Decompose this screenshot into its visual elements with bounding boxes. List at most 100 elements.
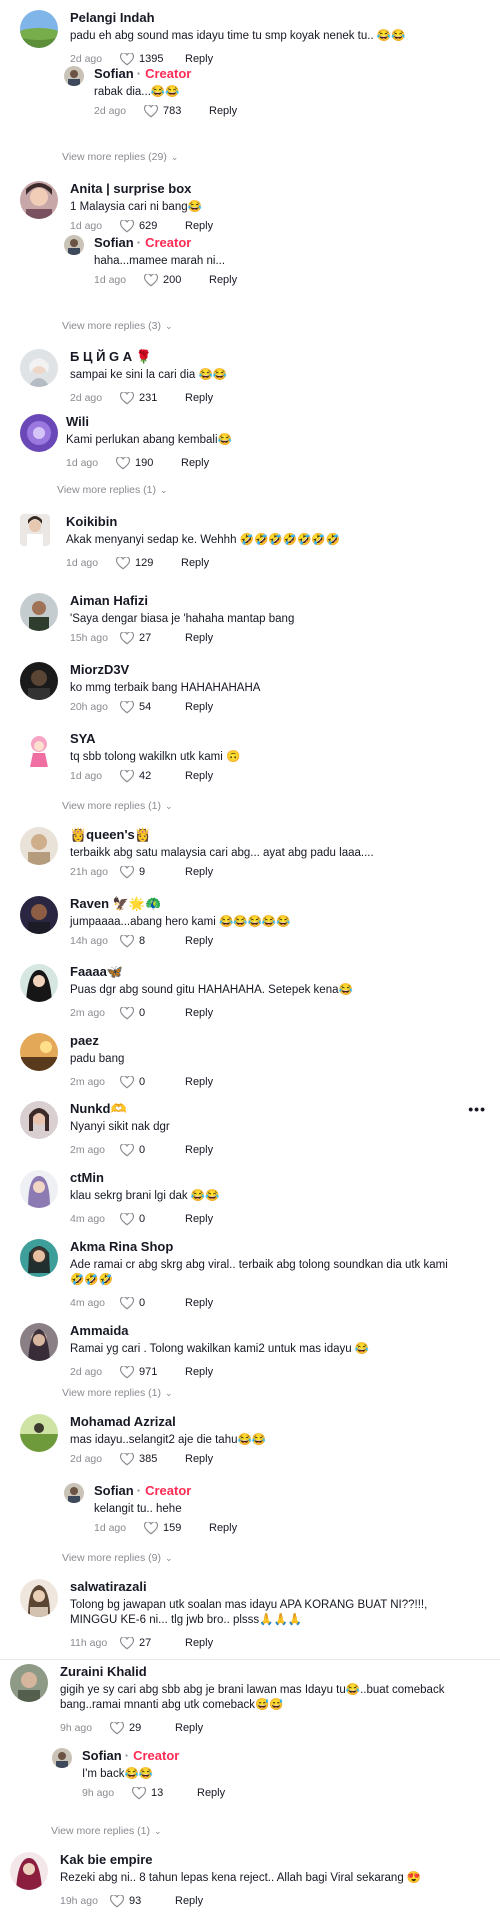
view-more-replies[interactable]: View more replies (29) ⌄: [62, 151, 178, 163]
creator-avatar[interactable]: [64, 1483, 84, 1503]
avatar[interactable]: [20, 181, 58, 219]
avatar[interactable]: [20, 1414, 58, 1452]
author-name[interactable]: Sofian: [94, 235, 134, 250]
reply-button[interactable]: Reply: [185, 1144, 213, 1156]
reply-button[interactable]: Reply: [185, 701, 213, 713]
like-button[interactable]: 13: [132, 1786, 185, 1800]
author-name[interactable]: Sofian: [94, 66, 134, 81]
reply-button[interactable]: Reply: [175, 1895, 203, 1907]
avatar[interactable]: [20, 1170, 58, 1208]
avatar[interactable]: [20, 10, 58, 48]
comment-author[interactable]: SYA: [70, 731, 96, 746]
avatar[interactable]: [20, 1101, 58, 1139]
like-button[interactable]: 0: [120, 1143, 173, 1157]
reply-button[interactable]: Reply: [185, 1213, 213, 1225]
avatar[interactable]: [20, 1033, 58, 1071]
comment-author[interactable]: Mohamad Azrizal: [70, 1414, 176, 1429]
like-button[interactable]: 8: [120, 934, 173, 948]
view-more-label[interactable]: View more replies (29): [62, 151, 167, 163]
reply-button[interactable]: Reply: [175, 1722, 203, 1734]
comment-author[interactable]: Sofian · Creator: [94, 66, 191, 81]
avatar[interactable]: [20, 1239, 58, 1277]
view-more-replies[interactable]: View more replies (1) ⌄: [51, 1825, 162, 1837]
like-button[interactable]: 159: [144, 1521, 197, 1535]
view-more-replies[interactable]: View more replies (3) ⌄: [62, 320, 173, 332]
comment-author[interactable]: Sofian · Creator: [82, 1748, 179, 1763]
reply-button[interactable]: Reply: [185, 1076, 213, 1088]
comment-author[interactable]: Sofian · Creator: [94, 235, 191, 250]
comment-author[interactable]: Aiman Hafizi: [70, 593, 148, 608]
avatar[interactable]: [20, 662, 58, 700]
comment-author[interactable]: ctMin: [70, 1170, 104, 1185]
like-button[interactable]: 200: [144, 273, 197, 287]
author-name[interactable]: Sofian: [82, 1748, 122, 1763]
like-button[interactable]: 783: [144, 104, 197, 118]
reply-button[interactable]: Reply: [185, 1297, 213, 1309]
like-button[interactable]: 54: [120, 700, 173, 714]
like-button[interactable]: 629: [120, 219, 173, 233]
avatar[interactable]: [10, 1852, 48, 1890]
comment-author[interactable]: paez: [70, 1033, 99, 1048]
comment-author[interactable]: Anita | surprise box: [70, 181, 191, 196]
reply-button[interactable]: Reply: [209, 105, 237, 117]
view-more-replies[interactable]: View more replies (9) ⌄: [62, 1552, 173, 1564]
reply-button[interactable]: Reply: [181, 557, 209, 569]
like-button[interactable]: 9: [120, 865, 173, 879]
like-button[interactable]: 129: [116, 556, 169, 570]
reply-button[interactable]: Reply: [181, 457, 209, 469]
creator-avatar[interactable]: [64, 66, 84, 86]
like-button[interactable]: 0: [120, 1075, 173, 1089]
view-more-label[interactable]: View more replies (1): [62, 800, 161, 812]
reply-button[interactable]: Reply: [185, 866, 213, 878]
comment-author[interactable]: Nunkd🫶: [70, 1101, 127, 1117]
reply-button[interactable]: Reply: [185, 935, 213, 947]
avatar[interactable]: [20, 593, 58, 631]
avatar[interactable]: [20, 827, 58, 865]
reply-button[interactable]: Reply: [185, 770, 213, 782]
avatar[interactable]: [20, 349, 58, 387]
like-button[interactable]: 190: [116, 456, 169, 470]
avatar[interactable]: [20, 1579, 58, 1617]
reply-button[interactable]: Reply: [185, 1453, 213, 1465]
avatar[interactable]: [20, 731, 58, 769]
comment-author[interactable]: Raven 🦅🌟🦚: [70, 896, 161, 912]
comment-author[interactable]: Faaaa🦋: [70, 964, 123, 980]
creator-avatar[interactable]: [52, 1748, 72, 1768]
reply-button[interactable]: Reply: [209, 274, 237, 286]
view-more-label[interactable]: View more replies (1): [62, 1387, 161, 1399]
view-more-replies[interactable]: View more replies (1) ⌄: [62, 1387, 173, 1399]
reply-button[interactable]: Reply: [185, 220, 213, 232]
view-more-label[interactable]: View more replies (1): [51, 1825, 150, 1837]
creator-avatar[interactable]: [64, 235, 84, 255]
view-more-replies[interactable]: View more replies (1) ⌄: [62, 800, 173, 812]
reply-button[interactable]: Reply: [185, 1007, 213, 1019]
view-more-replies[interactable]: View more replies (1) ⌄: [57, 484, 168, 496]
reply-button[interactable]: Reply: [209, 1522, 237, 1534]
reply-button[interactable]: Reply: [185, 53, 213, 65]
reply-button[interactable]: Reply: [185, 392, 213, 404]
like-button[interactable]: 42: [120, 769, 173, 783]
comment-author[interactable]: Wili: [66, 414, 89, 429]
like-button[interactable]: 0: [120, 1296, 173, 1310]
like-button[interactable]: 29: [110, 1721, 163, 1735]
view-more-label[interactable]: View more replies (1): [57, 484, 156, 496]
comment-author[interactable]: Akma Rina Shop: [70, 1239, 173, 1254]
like-button[interactable]: 0: [120, 1006, 173, 1020]
avatar[interactable]: [20, 1323, 58, 1361]
like-button[interactable]: 27: [120, 1636, 173, 1650]
comment-author[interactable]: Pelangi Indah: [70, 10, 155, 25]
reply-button[interactable]: Reply: [197, 1787, 225, 1799]
avatar[interactable]: [10, 1664, 48, 1702]
like-button[interactable]: 385: [120, 1452, 173, 1466]
more-options-icon[interactable]: •••: [468, 1101, 486, 1117]
comment-author[interactable]: Zuraini Khalid: [60, 1664, 147, 1679]
view-more-label[interactable]: View more replies (3): [62, 320, 161, 332]
like-button[interactable]: 27: [120, 631, 173, 645]
comment-author[interactable]: Б Ц Й G А 🌹: [70, 349, 152, 365]
comment-author[interactable]: Kak bie empire: [60, 1852, 153, 1867]
comment-author[interactable]: 👸queen's👸: [70, 827, 151, 843]
comment-author[interactable]: MiorzD3V: [70, 662, 129, 677]
like-button[interactable]: 971: [120, 1365, 173, 1379]
like-button[interactable]: 1395: [120, 52, 173, 66]
reply-button[interactable]: Reply: [185, 1366, 213, 1378]
